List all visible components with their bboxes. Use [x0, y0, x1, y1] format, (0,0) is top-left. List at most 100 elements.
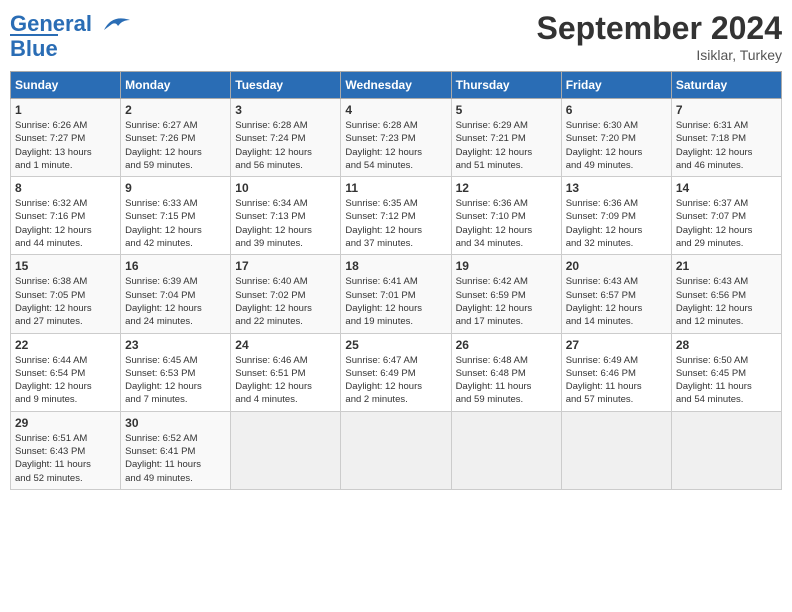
header-cell-tuesday: Tuesday	[231, 72, 341, 99]
cell-content: Sunrise: 6:49 AMSunset: 6:46 PMDaylight:…	[566, 354, 667, 407]
cell-line: Sunrise: 6:36 AM	[566, 197, 667, 210]
cell-line: Sunset: 6:56 PM	[676, 289, 777, 302]
location-subtitle: Isiklar, Turkey	[537, 47, 782, 63]
cell-line: Sunrise: 6:43 AM	[566, 275, 667, 288]
day-number: 12	[456, 181, 557, 195]
cell-line: Daylight: 12 hours	[235, 302, 336, 315]
cell-line: Daylight: 11 hours	[676, 380, 777, 393]
cell-line: Sunset: 7:12 PM	[345, 210, 446, 223]
logo-blue: Blue	[10, 34, 58, 62]
calendar-cell: 10Sunrise: 6:34 AMSunset: 7:13 PMDayligh…	[231, 177, 341, 255]
cell-line: Sunrise: 6:51 AM	[15, 432, 116, 445]
cell-line: Sunset: 6:48 PM	[456, 367, 557, 380]
cell-line: Sunrise: 6:42 AM	[456, 275, 557, 288]
cell-content: Sunrise: 6:42 AMSunset: 6:59 PMDaylight:…	[456, 275, 557, 328]
cell-line: Sunrise: 6:44 AM	[15, 354, 116, 367]
day-number: 8	[15, 181, 116, 195]
week-row-4: 22Sunrise: 6:44 AMSunset: 6:54 PMDayligh…	[11, 333, 782, 411]
cell-line: and 49 minutes.	[566, 159, 667, 172]
cell-line: Sunset: 6:51 PM	[235, 367, 336, 380]
calendar-cell: 19Sunrise: 6:42 AMSunset: 6:59 PMDayligh…	[451, 255, 561, 333]
month-title: September 2024	[537, 10, 782, 47]
cell-content: Sunrise: 6:50 AMSunset: 6:45 PMDaylight:…	[676, 354, 777, 407]
cell-line: Daylight: 12 hours	[235, 146, 336, 159]
cell-line: and 12 minutes.	[676, 315, 777, 328]
cell-line: Sunrise: 6:30 AM	[566, 119, 667, 132]
header-cell-sunday: Sunday	[11, 72, 121, 99]
header-cell-saturday: Saturday	[671, 72, 781, 99]
cell-line: Sunset: 7:16 PM	[15, 210, 116, 223]
page-header: General Blue September 2024 Isiklar, Tur…	[10, 10, 782, 63]
calendar-cell: 23Sunrise: 6:45 AMSunset: 6:53 PMDayligh…	[121, 333, 231, 411]
week-row-1: 1Sunrise: 6:26 AMSunset: 7:27 PMDaylight…	[11, 99, 782, 177]
cell-line: and 32 minutes.	[566, 237, 667, 250]
day-number: 15	[15, 259, 116, 273]
cell-content: Sunrise: 6:39 AMSunset: 7:04 PMDaylight:…	[125, 275, 226, 328]
cell-line: Daylight: 12 hours	[15, 224, 116, 237]
calendar-cell: 17Sunrise: 6:40 AMSunset: 7:02 PMDayligh…	[231, 255, 341, 333]
cell-line: Sunrise: 6:28 AM	[345, 119, 446, 132]
day-number: 24	[235, 338, 336, 352]
cell-line: Sunset: 7:27 PM	[15, 132, 116, 145]
calendar-cell	[341, 411, 451, 489]
logo-bird-icon	[94, 10, 130, 38]
cell-line: Daylight: 12 hours	[125, 146, 226, 159]
cell-line: and 24 minutes.	[125, 315, 226, 328]
cell-line: Sunset: 7:07 PM	[676, 210, 777, 223]
calendar-cell: 7Sunrise: 6:31 AMSunset: 7:18 PMDaylight…	[671, 99, 781, 177]
cell-content: Sunrise: 6:35 AMSunset: 7:12 PMDaylight:…	[345, 197, 446, 250]
cell-content: Sunrise: 6:27 AMSunset: 7:26 PMDaylight:…	[125, 119, 226, 172]
cell-line: Sunset: 6:46 PM	[566, 367, 667, 380]
cell-content: Sunrise: 6:51 AMSunset: 6:43 PMDaylight:…	[15, 432, 116, 485]
cell-line: Sunset: 7:24 PM	[235, 132, 336, 145]
day-number: 29	[15, 416, 116, 430]
day-number: 22	[15, 338, 116, 352]
header-cell-thursday: Thursday	[451, 72, 561, 99]
day-number: 27	[566, 338, 667, 352]
cell-line: Daylight: 12 hours	[456, 224, 557, 237]
calendar-cell: 5 Sunrise: 6:29 AMSunset: 7:21 PMDaylight…	[451, 99, 561, 177]
cell-content: Sunrise: 6:46 AMSunset: 6:51 PMDaylight:…	[235, 354, 336, 407]
day-number: 7	[676, 103, 777, 117]
cell-line: Daylight: 12 hours	[676, 302, 777, 315]
cell-content: Sunrise: 6:43 AMSunset: 6:57 PMDaylight:…	[566, 275, 667, 328]
cell-line: and 14 minutes.	[566, 315, 667, 328]
calendar-cell	[451, 411, 561, 489]
week-row-3: 15Sunrise: 6:38 AMSunset: 7:05 PMDayligh…	[11, 255, 782, 333]
cell-line: Sunset: 6:57 PM	[566, 289, 667, 302]
cell-line: Sunrise: 6:37 AM	[676, 197, 777, 210]
header-cell-friday: Friday	[561, 72, 671, 99]
cell-line: Sunset: 7:04 PM	[125, 289, 226, 302]
day-number: 6	[566, 103, 667, 117]
cell-line: Sunrise: 6:47 AM	[345, 354, 446, 367]
cell-line: Sunset: 7:02 PM	[235, 289, 336, 302]
cell-content: Sunrise: 6:41 AMSunset: 7:01 PMDaylight:…	[345, 275, 446, 328]
calendar-cell: 1Sunrise: 6:26 AMSunset: 7:27 PMDaylight…	[11, 99, 121, 177]
cell-content: Sunrise: 6:52 AMSunset: 6:41 PMDaylight:…	[125, 432, 226, 485]
cell-content: Sunrise: 6:47 AMSunset: 6:49 PMDaylight:…	[345, 354, 446, 407]
calendar-cell: 16 Sunrise: 6:39 AMSunset: 7:04 PMDayligh…	[121, 255, 231, 333]
cell-line: Sunrise: 6:34 AM	[235, 197, 336, 210]
cell-line: and 19 minutes.	[345, 315, 446, 328]
cell-line: Sunset: 7:15 PM	[125, 210, 226, 223]
day-number: 5	[456, 103, 557, 117]
day-number: 21	[676, 259, 777, 273]
cell-line: Daylight: 12 hours	[125, 380, 226, 393]
cell-line: Sunset: 7:21 PM	[456, 132, 557, 145]
day-number: 16	[125, 259, 226, 273]
cell-line: Sunset: 7:26 PM	[125, 132, 226, 145]
cell-line: Sunset: 7:23 PM	[345, 132, 446, 145]
cell-line: and 4 minutes.	[235, 393, 336, 406]
calendar-cell: 4Sunrise: 6:28 AMSunset: 7:23 PMDaylight…	[341, 99, 451, 177]
cell-line: Sunrise: 6:49 AM	[566, 354, 667, 367]
day-number: 28	[676, 338, 777, 352]
cell-content: Sunrise: 6:29 AMSunset: 7:21 PMDaylight:…	[456, 119, 557, 172]
cell-line: and 29 minutes.	[676, 237, 777, 250]
day-number: 30	[125, 416, 226, 430]
cell-content: Sunrise: 6:28 AMSunset: 7:23 PMDaylight:…	[345, 119, 446, 172]
cell-line: Daylight: 12 hours	[125, 224, 226, 237]
cell-line: Sunrise: 6:29 AM	[456, 119, 557, 132]
cell-line: and 52 minutes.	[15, 472, 116, 485]
cell-line: and 51 minutes.	[456, 159, 557, 172]
cell-line: and 27 minutes.	[15, 315, 116, 328]
